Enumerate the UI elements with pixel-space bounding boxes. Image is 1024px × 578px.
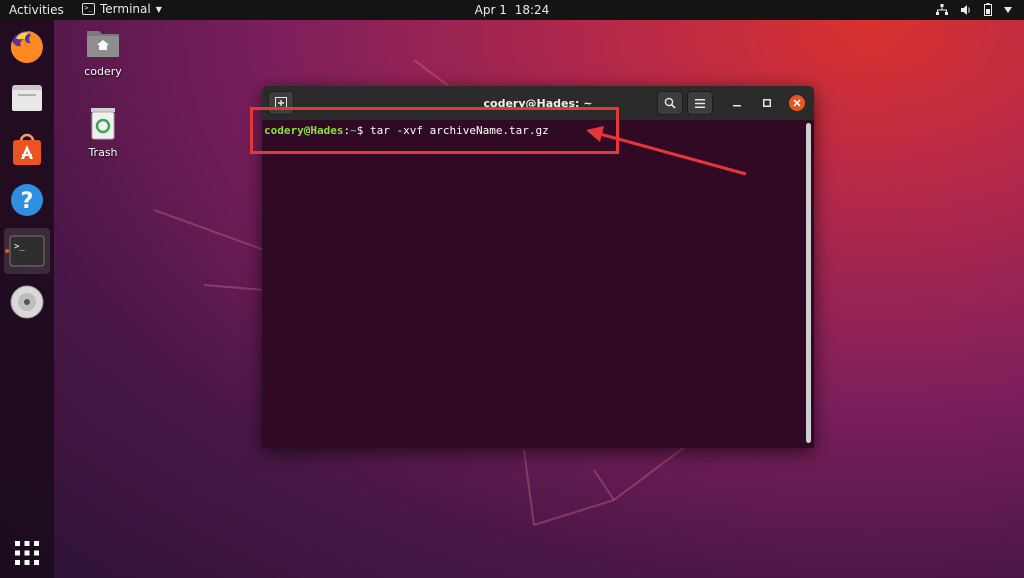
svg-text:>_: >_ [14, 242, 25, 252]
clock-time: 18:24 [514, 3, 550, 17]
network-icon [936, 3, 948, 15]
dock-firefox[interactable] [4, 24, 50, 70]
maximize-icon [763, 99, 771, 107]
dock-terminal[interactable]: >_ [4, 228, 50, 274]
terminal-icon: >_ [9, 235, 45, 267]
trash-icon [91, 108, 115, 140]
desktop-trash[interactable]: Trash [73, 106, 133, 159]
help-icon: ? [11, 184, 43, 216]
terminal-body[interactable]: codery@Hades:~$ tar -xvf archiveName.tar… [262, 120, 814, 448]
dock-show-apps[interactable] [4, 530, 50, 576]
top-bar: Activities >_ Terminal ▼ Apr 1 18:24 [0, 0, 1024, 20]
firefox-icon [10, 31, 43, 63]
folder-icon [12, 85, 42, 111]
menu-button[interactable] [687, 91, 713, 115]
status-area[interactable] [936, 3, 1012, 16]
battery-icon [984, 3, 992, 16]
search-icon [664, 97, 676, 109]
dock-help[interactable]: ? [4, 177, 50, 223]
software-store-icon [13, 133, 41, 165]
dock: ? >_ [0, 20, 54, 578]
desktop-trash-label: Trash [88, 146, 118, 159]
close-icon [793, 99, 801, 107]
annotation-highlight-box [250, 107, 619, 154]
search-button[interactable] [657, 91, 683, 115]
clock[interactable]: Apr 1 18:24 [0, 3, 1024, 17]
close-button[interactable] [789, 95, 805, 111]
desktop-home-folder[interactable]: codery [73, 27, 133, 78]
app-grid-icon [15, 541, 39, 565]
running-indicator [5, 249, 9, 253]
clock-date: Apr 1 [474, 3, 507, 17]
hamburger-icon [695, 98, 705, 108]
desktop-home-label: codery [84, 65, 122, 78]
volume-icon [961, 4, 970, 15]
disc-icon [10, 285, 44, 319]
home-folder-icon [87, 31, 119, 57]
dock-dvd[interactable] [4, 279, 50, 325]
dock-software[interactable] [4, 126, 50, 172]
scrollbar[interactable] [806, 123, 811, 443]
chevron-down-icon [1004, 6, 1012, 13]
dock-files[interactable] [4, 75, 50, 121]
svg-text:?: ? [21, 189, 34, 214]
maximize-button[interactable] [759, 95, 775, 111]
minimize-button[interactable] [729, 95, 745, 111]
minimize-icon [733, 105, 741, 107]
